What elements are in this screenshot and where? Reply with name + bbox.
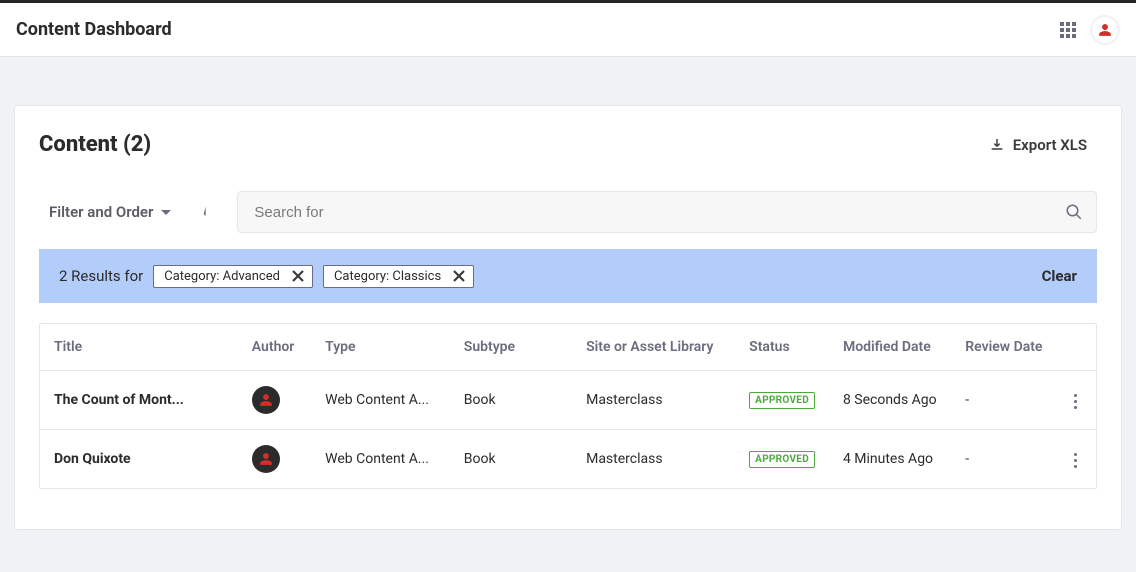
cell-modified: 4 Minutes Ago: [831, 430, 953, 489]
remove-filter-button[interactable]: [453, 270, 465, 282]
filter-chip: Category: Classics: [323, 265, 474, 288]
apps-grid-icon[interactable]: [1060, 22, 1076, 38]
user-icon: [259, 452, 273, 466]
status-badge: APPROVED: [749, 392, 815, 409]
status-badge: APPROVED: [749, 451, 815, 468]
user-avatar-button[interactable]: [1090, 15, 1120, 45]
author-avatar[interactable]: [252, 445, 280, 473]
column-header-subtype[interactable]: Subtype: [452, 324, 574, 371]
author-avatar[interactable]: [252, 386, 280, 414]
page-body: Content (2) Export XLS Filter and Order: [0, 57, 1136, 530]
cell-subtype: Book: [452, 371, 574, 430]
cell-modified: 8 Seconds Ago: [831, 371, 953, 430]
column-header-site[interactable]: Site or Asset Library: [574, 324, 737, 371]
filter-order-dropdown[interactable]: Filter and Order: [39, 203, 181, 221]
column-header-type[interactable]: Type: [313, 324, 452, 371]
filter-order-label: Filter and Order: [49, 203, 153, 221]
user-icon: [259, 393, 273, 407]
column-header-review[interactable]: Review Date: [953, 324, 1055, 371]
sort-direction-button[interactable]: [197, 200, 221, 224]
cell-subtype: Book: [452, 430, 574, 489]
download-icon: [989, 137, 1005, 153]
toolbar: Filter and Order: [15, 173, 1121, 237]
cell-site: Masterclass: [574, 371, 737, 430]
cell-author: [240, 430, 313, 489]
app-title: Content Dashboard: [16, 19, 172, 40]
search-box: [237, 191, 1097, 233]
header-actions: [1060, 15, 1120, 45]
card-title: Content (2): [39, 132, 151, 157]
clear-filters-button[interactable]: Clear: [1042, 267, 1077, 285]
content-card: Content (2) Export XLS Filter and Order: [14, 105, 1122, 530]
column-header-status[interactable]: Status: [737, 324, 831, 371]
cell-type: Web Content A...: [313, 430, 452, 489]
content-table: Title Author Type Subtype Site or Asset …: [39, 323, 1097, 489]
cell-status: APPROVED: [737, 371, 831, 430]
results-count-label: 2 Results for: [59, 267, 143, 285]
card-header: Content (2) Export XLS: [15, 106, 1121, 173]
cell-review: -: [953, 371, 1055, 430]
export-xls-button[interactable]: Export XLS: [989, 136, 1087, 154]
sort-icon: [201, 204, 217, 220]
column-header-actions: [1055, 324, 1096, 371]
filter-chip-label: Category: Advanced: [164, 269, 280, 284]
chevron-down-icon: [161, 210, 171, 215]
app-header: Content Dashboard: [0, 3, 1136, 57]
active-filters-bar: 2 Results for Category: Advanced Categor…: [39, 249, 1097, 303]
cell-title: Don Quixote: [40, 430, 240, 489]
table-row[interactable]: Don Quixote Web Content A... Book Master…: [40, 430, 1096, 489]
user-icon: [1098, 23, 1112, 37]
close-icon: [292, 270, 304, 282]
close-icon: [453, 270, 465, 282]
active-filters-left: 2 Results for Category: Advanced Categor…: [59, 265, 474, 288]
row-actions-menu-button[interactable]: [1068, 388, 1083, 415]
filter-chip: Category: Advanced: [153, 265, 313, 288]
search-input[interactable]: [237, 191, 1097, 233]
cell-review: -: [953, 430, 1055, 489]
table-row[interactable]: The Count of Mont... Web Content A... Bo…: [40, 371, 1096, 430]
row-actions-menu-button[interactable]: [1068, 447, 1083, 474]
filter-chip-label: Category: Classics: [334, 269, 441, 284]
cell-type: Web Content A...: [313, 371, 452, 430]
table-header-row: Title Author Type Subtype Site or Asset …: [40, 324, 1096, 371]
column-header-modified[interactable]: Modified Date: [831, 324, 953, 371]
cell-title: The Count of Mont...: [40, 371, 240, 430]
column-header-author[interactable]: Author: [240, 324, 313, 371]
cell-author: [240, 371, 313, 430]
cell-status: APPROVED: [737, 430, 831, 489]
search-icon: [1065, 203, 1083, 221]
export-label: Export XLS: [1013, 136, 1087, 154]
cell-actions: [1055, 371, 1096, 430]
remove-filter-button[interactable]: [292, 270, 304, 282]
cell-actions: [1055, 430, 1096, 489]
column-header-title[interactable]: Title: [40, 324, 240, 371]
cell-site: Masterclass: [574, 430, 737, 489]
search-submit-button[interactable]: [1065, 203, 1083, 221]
